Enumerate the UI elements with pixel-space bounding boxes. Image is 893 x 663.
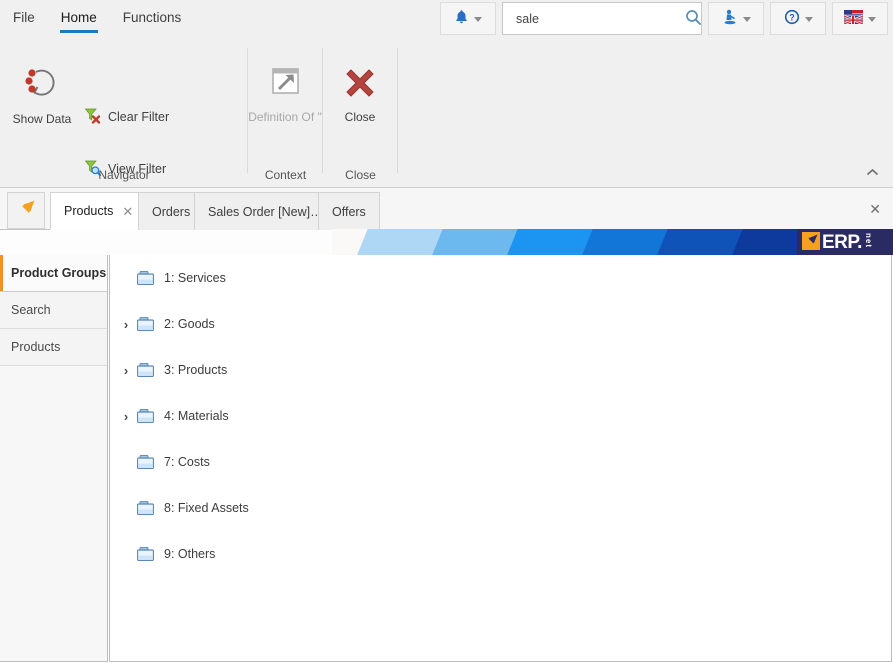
sidebar-item-products[interactable]: Products bbox=[0, 329, 107, 366]
tree-row[interactable]: › 2: Goods bbox=[110, 301, 891, 347]
close-button[interactable]: Close bbox=[321, 62, 399, 124]
top-toolbar: ? bbox=[440, 2, 888, 35]
flag-icon bbox=[843, 10, 864, 27]
ribbon-group-close-label: Close bbox=[345, 168, 376, 182]
sidebar-item-label: Products bbox=[11, 340, 61, 354]
search-box[interactable] bbox=[502, 2, 702, 35]
ribbon-group-navigator-label: Navigator bbox=[98, 168, 150, 182]
tab-label: Orders bbox=[152, 204, 191, 219]
tab-strip: Products ✕ Orders Sales Order [New]… Off… bbox=[0, 188, 893, 230]
help-icon: ? bbox=[784, 9, 800, 28]
folder-icon bbox=[137, 455, 154, 469]
folder-icon bbox=[137, 363, 154, 377]
tree-row[interactable]: 1: Services bbox=[110, 255, 891, 301]
show-data-button[interactable]: Show Data bbox=[3, 62, 81, 126]
sidebar-item-product-groups[interactable]: Product Groups bbox=[0, 255, 107, 292]
chevron-right-icon[interactable]: › bbox=[115, 317, 137, 332]
collapse-ribbon-button[interactable] bbox=[861, 163, 883, 183]
tab-label: Offers bbox=[332, 204, 366, 219]
ribbon-group-context: Definition Of " Context bbox=[248, 40, 323, 188]
tree-row-label: 2: Goods bbox=[164, 317, 215, 331]
tab-sales-order[interactable]: Sales Order [New]… bbox=[194, 192, 337, 230]
erp-logo-text: ERP. bbox=[822, 231, 862, 253]
sidebar-item-label: Search bbox=[11, 303, 51, 317]
menu-bar: File Home Functions sale ? bbox=[0, 0, 893, 40]
ribbon-separator bbox=[397, 48, 398, 173]
erp-banner: ERP. net bbox=[332, 229, 893, 255]
menu-item-functions[interactable]: Functions bbox=[110, 0, 195, 40]
tree-row[interactable]: 9: Others bbox=[110, 531, 891, 577]
tree-row[interactable]: 8: Fixed Assets bbox=[110, 485, 891, 531]
chevron-down-icon bbox=[868, 17, 876, 22]
sidebar-item-search[interactable]: Search bbox=[0, 292, 107, 329]
close-tab-strip-button[interactable]: ✕ bbox=[869, 201, 881, 218]
close-x-icon bbox=[340, 62, 380, 105]
application-window: File Home Functions sale ? Show Data Cle… bbox=[0, 0, 893, 663]
clear-filter-icon bbox=[84, 107, 101, 127]
tab-label: Sales Order [New]… bbox=[208, 204, 323, 219]
refresh-data-icon bbox=[20, 62, 64, 107]
tree-row-label: 4: Materials bbox=[164, 409, 229, 423]
ribbon-group-navigator: Show Data Clear Filter View Filter Navig… bbox=[0, 40, 248, 188]
chevron-down-icon bbox=[742, 17, 751, 22]
language-menu-button[interactable] bbox=[832, 2, 888, 35]
tree-row-label: 1: Services bbox=[164, 271, 226, 285]
close-icon[interactable]: ✕ bbox=[122, 205, 133, 218]
expand-arrow-icon bbox=[14, 197, 38, 224]
content-area: Product Groups Search Products 1: Servic… bbox=[0, 255, 893, 663]
erp-logo: ERP. net bbox=[797, 229, 893, 255]
tree-row-label: 3: Products bbox=[164, 363, 228, 377]
erp-logo-suffix: net bbox=[863, 232, 873, 248]
folder-icon bbox=[137, 271, 154, 285]
menu-item-home[interactable]: Home bbox=[48, 0, 110, 40]
folder-icon bbox=[137, 409, 154, 423]
erp-arrow-icon bbox=[802, 231, 820, 253]
tree-row[interactable]: › 3: Products bbox=[110, 347, 891, 393]
search-input[interactable] bbox=[514, 10, 679, 27]
user-menu-button[interactable] bbox=[708, 2, 764, 35]
tree-row[interactable]: › 4: Materials bbox=[110, 393, 891, 439]
folder-icon bbox=[137, 501, 154, 515]
sidebar-item-label: Product Groups bbox=[11, 266, 107, 280]
definition-of-icon bbox=[265, 62, 305, 105]
chevron-down-icon bbox=[804, 17, 813, 22]
ribbon-group-context-label: Context bbox=[264, 168, 307, 182]
folder-icon bbox=[137, 547, 154, 561]
product-groups-tree: 1: Services › 2: Goods › 3: Products › 4… bbox=[109, 255, 892, 662]
search-icon[interactable] bbox=[685, 9, 702, 29]
tree-row[interactable]: 7: Costs bbox=[110, 439, 891, 485]
sidebar: Product Groups Search Products bbox=[0, 255, 108, 662]
tab-label: Products bbox=[64, 204, 114, 218]
folder-icon bbox=[137, 317, 154, 331]
chevron-down-icon bbox=[474, 17, 482, 22]
chevron-right-icon[interactable]: › bbox=[115, 409, 137, 424]
definition-of-button[interactable]: Definition Of " bbox=[246, 62, 324, 124]
bell-icon bbox=[454, 9, 469, 28]
home-tab-button[interactable] bbox=[7, 192, 45, 229]
close-label: Close bbox=[344, 110, 376, 124]
help-menu-button[interactable]: ? bbox=[770, 2, 826, 35]
clear-filter-button[interactable]: Clear Filter bbox=[84, 106, 169, 128]
tree-row-label: 7: Costs bbox=[164, 455, 210, 469]
ribbon-group-close: Close Close bbox=[323, 40, 398, 188]
definition-of-label: Definition Of " bbox=[248, 110, 322, 124]
user-icon bbox=[722, 9, 738, 29]
tree-row-label: 9: Others bbox=[164, 547, 216, 561]
chevron-up-icon bbox=[866, 166, 879, 180]
ribbon: Show Data Clear Filter View Filter Navig… bbox=[0, 40, 893, 188]
svg-text:?: ? bbox=[789, 13, 795, 23]
show-data-label: Show Data bbox=[12, 112, 72, 126]
chevron-right-icon[interactable]: › bbox=[115, 363, 137, 378]
tab-offers[interactable]: Offers bbox=[318, 192, 380, 230]
tree-row-label: 8: Fixed Assets bbox=[164, 501, 249, 515]
notifications-button[interactable] bbox=[440, 2, 496, 35]
tab-products[interactable]: Products ✕ bbox=[50, 192, 148, 230]
menu-item-file[interactable]: File bbox=[0, 0, 48, 40]
clear-filter-label: Clear Filter bbox=[108, 110, 170, 124]
